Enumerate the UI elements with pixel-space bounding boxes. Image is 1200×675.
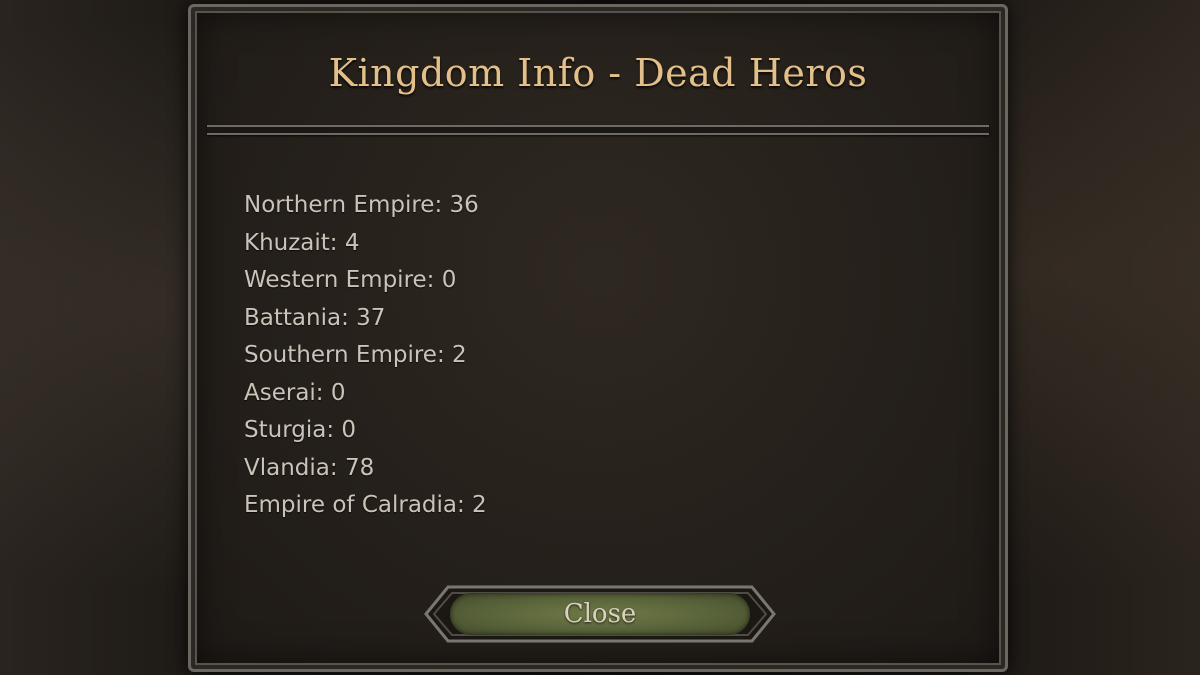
dead-heroes-list: Northern Empire: 36 Khuzait: 4 Western E…: [244, 187, 487, 525]
stat-northern-empire: Northern Empire: 36: [244, 192, 479, 218]
title-divider: [207, 125, 989, 135]
stat-khuzait: Khuzait: 4: [244, 229, 360, 256]
kingdom-info-dialog: Kingdom Info - Dead Heros Northern Empir…: [188, 4, 1008, 672]
dialog-title: Kingdom Info - Dead Heros: [328, 51, 868, 95]
stat-western-empire: Western Empire: 0: [244, 267, 457, 293]
stat-vlandia: Vlandia: 78: [244, 454, 375, 481]
close-button-frame: Close: [422, 581, 778, 647]
stat-battania: Battania: 37: [244, 304, 386, 331]
stat-aserai: Aserai: 0: [244, 379, 346, 406]
stat-sturgia: Sturgia: 0: [244, 417, 357, 443]
close-button[interactable]: Close: [450, 593, 750, 635]
stat-empire-of-calradia: Empire of Calradia: 2: [244, 492, 487, 518]
stat-southern-empire: Southern Empire: 2: [244, 342, 467, 368]
close-button-label: Close: [563, 599, 637, 629]
